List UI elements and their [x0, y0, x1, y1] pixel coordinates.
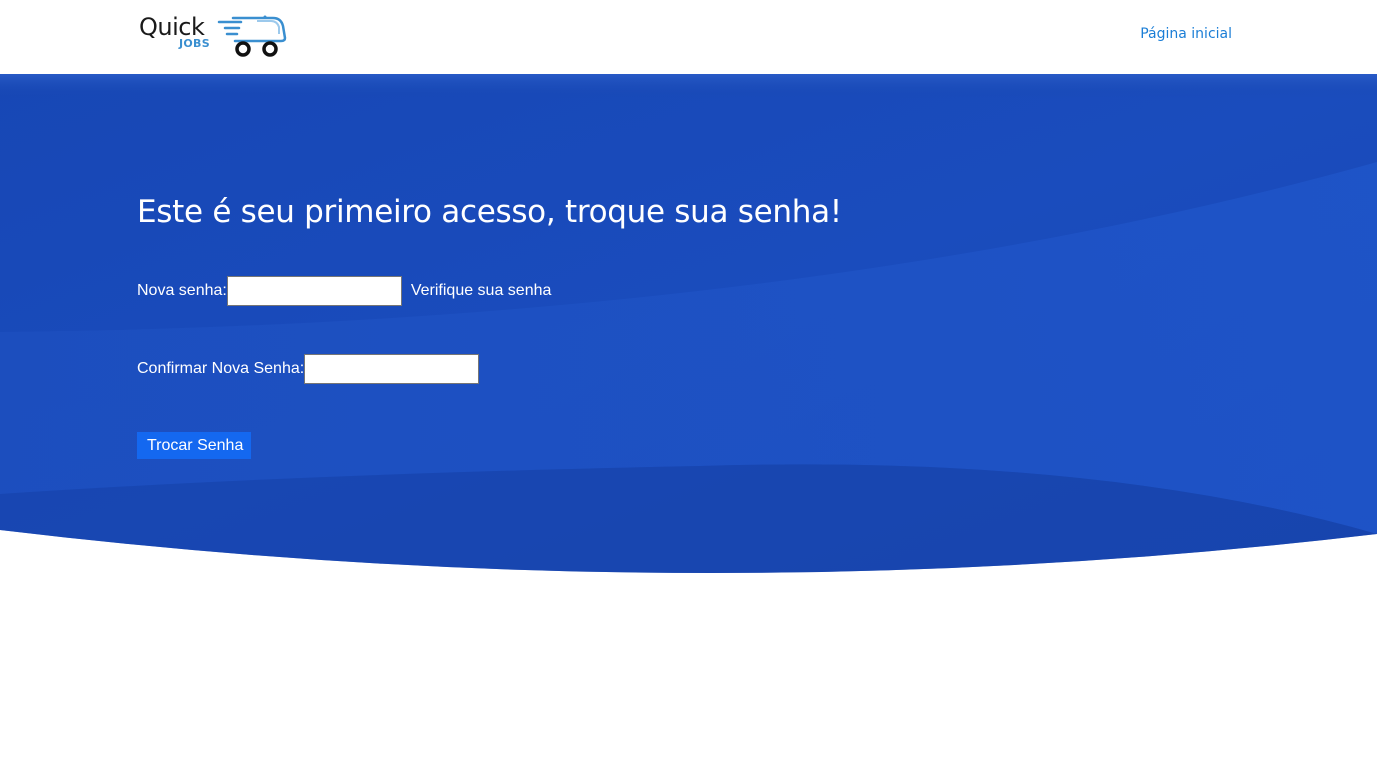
new-password-label: Nova senha: [137, 282, 227, 299]
quickjobs-logo[interactable]: Quick JOBS [139, 12, 289, 58]
hero-section [0, 74, 1377, 584]
hero-background [0, 74, 1377, 574]
verify-password-hint: Verifique sua senha [410, 282, 552, 299]
cart-icon [217, 15, 287, 57]
confirm-password-label: Confirmar Nova Senha: [137, 360, 305, 377]
logo-word-jobs: JOBS [179, 37, 210, 50]
new-password-row: Nova senha: Verifique sua senha [137, 276, 551, 306]
confirm-password-input[interactable] [304, 354, 480, 384]
nav-home-link[interactable]: Página inicial [1140, 26, 1232, 42]
change-password-button[interactable]: Trocar Senha [137, 432, 252, 459]
confirm-password-row: Confirmar Nova Senha: [137, 354, 480, 384]
new-password-input[interactable] [226, 276, 402, 306]
site-header: Quick JOBS Página inicial [0, 0, 1377, 74]
page-title: Este é seu primeiro acesso, troque sua s… [137, 194, 842, 230]
